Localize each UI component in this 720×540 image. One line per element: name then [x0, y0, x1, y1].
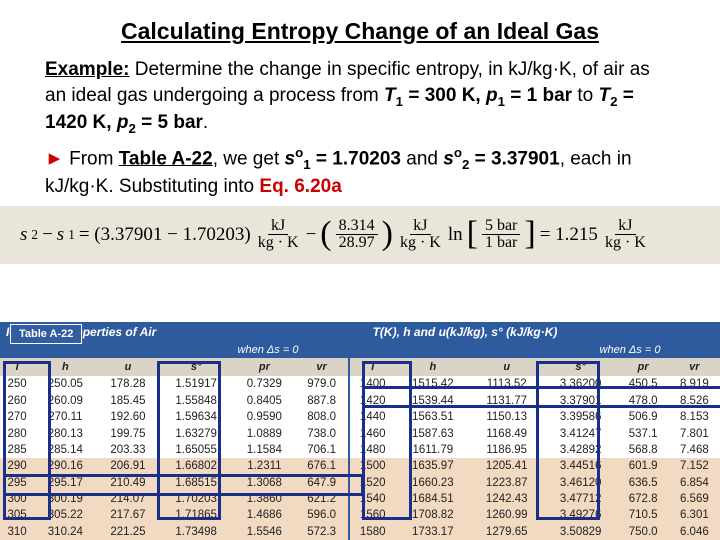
- table-row: 270270.11192.601.596340.9590808.01440156…: [0, 409, 720, 425]
- table-row: 285285.14203.331.650551.1584706.11480161…: [0, 442, 720, 458]
- table-row: 295295.17210.491.685151.3068647.91520166…: [0, 475, 720, 491]
- play-icon: ►: [45, 148, 64, 169]
- table-row: 250250.05178.281.519170.7329979.01400151…: [0, 376, 720, 392]
- col-header: s°: [159, 358, 233, 376]
- col-header: h: [34, 358, 97, 376]
- col-header: vr: [296, 358, 349, 376]
- col-header: T: [0, 358, 34, 376]
- col-header: pr: [233, 358, 296, 376]
- table-row: 305305.22217.671.718651.4686596.01560170…: [0, 507, 720, 523]
- equation-ref: Eq. 6.20a: [259, 176, 341, 197]
- table-badge: Table A-22: [10, 324, 82, 344]
- table-ref: Table A-22: [119, 148, 213, 169]
- equation-display: s2 − s1 = (3.37901 − 1.70203) kJkg · K −…: [0, 206, 720, 264]
- col-header: T: [349, 358, 396, 376]
- col-header: u: [97, 358, 160, 376]
- col-header: s°: [544, 358, 618, 376]
- col-header: u: [470, 358, 544, 376]
- table-row: 290290.16206.911.668021.2311676.11500163…: [0, 458, 720, 474]
- col-header: pr: [618, 358, 669, 376]
- table-row: 310310.24221.251.734981.5546572.31580173…: [0, 524, 720, 540]
- table-row: 300300.19214.071.702031.3860621.21540168…: [0, 491, 720, 507]
- table-row: 280280.13199.751.632791.0889738.01460158…: [0, 425, 720, 441]
- example-paragraph: Example: Determine the change in specifi…: [45, 57, 675, 138]
- data-table: Table A-22 Ideal Gas Properties of Air T…: [0, 322, 720, 540]
- col-header: vr: [669, 358, 720, 376]
- example-label: Example:: [45, 59, 129, 80]
- page-title: Calculating Entropy Change of an Ideal G…: [30, 18, 690, 45]
- solution-paragraph: ► From Table A-22, we get so1 = 1.70203 …: [45, 144, 675, 200]
- table-row: 260260.09185.451.558480.8405887.81420153…: [0, 393, 720, 409]
- col-header: h: [396, 358, 470, 376]
